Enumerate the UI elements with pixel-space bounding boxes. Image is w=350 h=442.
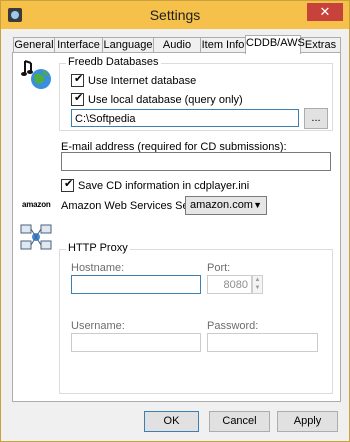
checkbox-box[interactable]: ✔: [71, 74, 84, 87]
chevron-down-icon: ▼: [253, 200, 262, 210]
tab-strip: General Interface Language Audio CD Item…: [13, 35, 341, 66]
tab-extras[interactable]: Extras: [300, 37, 341, 53]
freedb-group-title: Freedb Databases: [66, 56, 161, 68]
title-bar: Settings ✕: [1, 1, 349, 29]
close-icon: ✕: [319, 4, 331, 19]
tab-item-info[interactable]: Item Info: [200, 37, 246, 53]
use-internet-checkbox[interactable]: ✔ Use Internet database: [71, 74, 196, 87]
close-button[interactable]: ✕: [307, 3, 343, 21]
amazon-logo: amazon: [22, 198, 56, 209]
use-local-label: Use local database (query only): [88, 93, 243, 106]
chevron-down-icon[interactable]: ▼: [253, 284, 262, 292]
hostname-label: Hostname:: [71, 262, 125, 274]
port-label: Port:: [207, 262, 231, 274]
freedb-music-globe-icon: [21, 60, 51, 89]
checkbox-box[interactable]: ✔: [71, 93, 84, 106]
username-label: Username:: [71, 320, 125, 332]
http-proxy-title: HTTP Proxy: [66, 242, 130, 254]
http-proxy-group: HTTP Proxy Hostname: Port: 8080 ▲ ▼ User…: [59, 242, 333, 394]
aws-server-select[interactable]: amazon.com ▼: [185, 196, 267, 215]
tab-audio-cd[interactable]: Audio CD: [153, 37, 201, 66]
hostname-input[interactable]: [71, 275, 201, 294]
password-label: Password:: [207, 320, 259, 332]
username-input[interactable]: [71, 333, 201, 352]
window-title: Settings: [149, 7, 201, 23]
check-icon: ✔: [64, 178, 74, 190]
tab-cddb-aws[interactable]: CDDB/AWS: [245, 35, 305, 54]
cancel-button[interactable]: Cancel: [209, 411, 270, 432]
use-local-checkbox[interactable]: ✔ Use local database (query only): [71, 93, 243, 106]
port-input[interactable]: 8080: [207, 275, 252, 294]
local-database-path-input[interactable]: C:\Softpedia: [71, 109, 299, 127]
browse-button[interactable]: ...: [304, 108, 328, 129]
check-icon: ✔: [74, 92, 84, 104]
tab-general[interactable]: General: [13, 37, 55, 53]
ok-button[interactable]: OK: [144, 411, 199, 432]
use-internet-label: Use Internet database: [88, 74, 197, 87]
aws-server-value: amazon.com: [190, 199, 253, 211]
port-spinner[interactable]: ▲ ▼: [252, 275, 263, 294]
check-icon: ✔: [74, 73, 84, 85]
cddb-aws-panel: Freedb Databases ✔ Use Internet database…: [12, 52, 341, 402]
apply-button[interactable]: Apply: [277, 411, 338, 432]
checkbox-box[interactable]: ✔: [61, 179, 74, 192]
save-cd-info-checkbox[interactable]: ✔ Save CD information in cdplayer.ini: [61, 179, 249, 192]
password-input[interactable]: [207, 333, 318, 352]
tab-interface[interactable]: Interface: [54, 37, 103, 53]
save-cd-info-label: Save CD information in cdplayer.ini: [78, 179, 250, 192]
network-proxy-icon: [20, 224, 52, 250]
settings-window: Settings ✕ General Interface Language Au…: [0, 0, 350, 442]
tab-language[interactable]: Language: [102, 37, 154, 53]
amazon-logo-text: amazon: [22, 200, 51, 209]
email-input[interactable]: [61, 152, 331, 171]
freedb-databases-group: Freedb Databases ✔ Use Internet database…: [59, 56, 333, 131]
chevron-up-icon[interactable]: ▲: [253, 276, 262, 284]
